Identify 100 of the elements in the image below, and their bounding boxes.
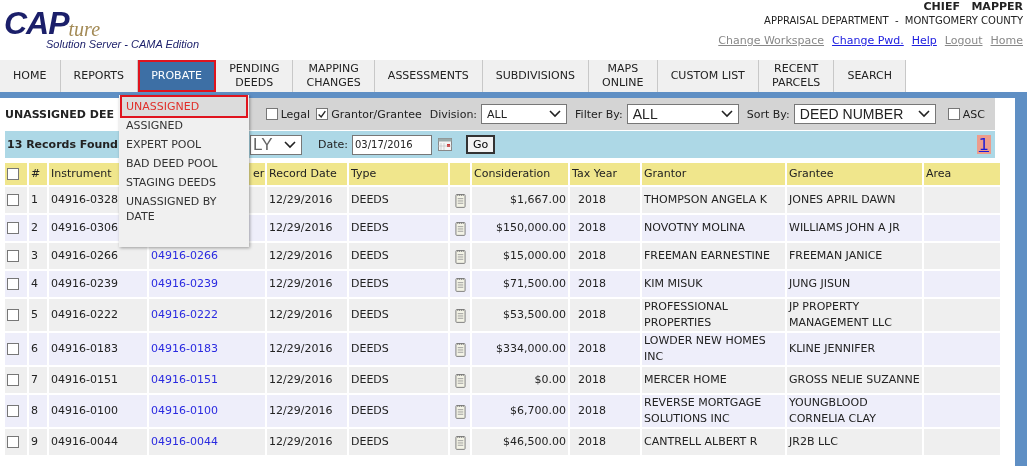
notepad-icon[interactable] — [454, 248, 466, 264]
nav-tab[interactable]: CUSTOM LIST — [657, 60, 759, 92]
notepad-icon[interactable] — [454, 192, 466, 208]
row-checkbox[interactable] — [7, 374, 19, 386]
column-header: Grantor — [644, 166, 687, 182]
notepad-icon[interactable] — [454, 403, 466, 419]
table-cell: 3 — [31, 248, 38, 264]
table-cell: NOVOTNY MOLINA — [644, 220, 746, 236]
table-cell: THOMPSON ANGELA K — [644, 192, 767, 208]
instrument-link[interactable]: 04916-0100 — [151, 403, 218, 419]
nav-tab[interactable]: MAPPING CHANGES — [293, 60, 375, 92]
nav-tab[interactable]: SEARCH — [834, 60, 906, 92]
menu-item[interactable]: EXPERT POOL — [122, 135, 246, 154]
table-cell: JONES APRIL DAWN — [789, 192, 896, 208]
table-cell: 2018 — [578, 248, 606, 264]
menu-item[interactable]: UNASSIGNED BY DATE — [122, 192, 246, 226]
row-checkbox[interactable] — [7, 194, 19, 206]
checkbox-label: Legal — [280, 107, 311, 121]
header-link[interactable]: Home — [990, 34, 1023, 47]
column-header: Grantee — [789, 166, 834, 182]
menu-item[interactable]: STAGING DEEDS — [122, 173, 246, 192]
table-cell: 04916-0151 — [51, 372, 118, 388]
table-cell: DEEDS — [351, 276, 389, 292]
notepad-icon[interactable] — [454, 372, 466, 388]
caret-icon — [549, 110, 562, 118]
row-checkbox[interactable] — [7, 405, 19, 417]
date-field[interactable]: 03/17/2016 — [352, 134, 432, 155]
nav-tab[interactable]: PENDING DEEDS — [216, 60, 294, 92]
column-header: Consideration — [474, 166, 551, 182]
row-checkbox[interactable] — [7, 250, 19, 262]
division-select[interactable]: ALL — [481, 104, 568, 124]
table-cell: 04916-0222 — [51, 307, 118, 323]
table-cell-text: JP PROPERTY MANAGEMENT LLC — [789, 299, 893, 331]
table-cell: DEEDS — [351, 372, 389, 388]
nav-tab[interactable]: PROBATE — [138, 60, 217, 92]
table-cell: $334,000.00 — [496, 341, 566, 357]
select-all-checkbox[interactable] — [7, 168, 19, 180]
notepad-icon[interactable] — [454, 341, 466, 357]
instrument-link[interactable]: 04916-0266 — [151, 248, 218, 264]
table-cell: 2018 — [578, 192, 606, 208]
table-cell: 7 — [31, 372, 38, 388]
notepad-icon[interactable] — [454, 220, 466, 236]
instrument-link[interactable]: 04916-0239 — [151, 276, 218, 292]
table-cell: 2 — [31, 220, 38, 236]
table-cell: DEEDS — [351, 248, 389, 264]
nav-tab[interactable]: ASSESSMENTS — [374, 60, 483, 92]
nav-tab[interactable]: RECENT PARCELS — [758, 60, 835, 92]
table-cell: FREEMAN EARNESTINE — [644, 248, 771, 264]
row-checkbox[interactable] — [7, 278, 19, 290]
header-link[interactable]: Logout — [944, 34, 983, 47]
instrument-link[interactable]: 04916-0151 — [151, 372, 218, 388]
table-cell: MERCER HOME — [644, 372, 727, 388]
menu-item[interactable]: ASSIGNED — [122, 116, 246, 135]
table-cell: $71,500.00 — [503, 276, 566, 292]
type-select[interactable]: LY — [250, 134, 302, 155]
table-cell: CANTRELL ALBERT R — [644, 434, 758, 450]
notepad-icon[interactable] — [454, 307, 466, 323]
table-cell: 2018 — [578, 372, 606, 388]
table-cell: JUNG JISUN — [789, 276, 851, 292]
table-cell: DEEDS — [351, 307, 389, 323]
row-checkbox[interactable] — [7, 222, 19, 234]
nav-tab[interactable]: HOME — [0, 60, 61, 92]
table-cell: DEEDS — [351, 192, 389, 208]
logo-tagline: Solution Server - CAMA Edition — [46, 38, 200, 50]
table-cell: 12/29/2016 — [269, 372, 333, 388]
header-link[interactable]: Help — [911, 34, 937, 47]
notepad-icon[interactable] — [454, 276, 466, 292]
table-cell: 2018 — [578, 307, 606, 323]
table-cell: 04916-0044 — [51, 434, 118, 450]
sort-label: Sort By: — [746, 107, 790, 121]
go-button[interactable]: Go — [466, 135, 496, 154]
nav-tab[interactable]: SUBDIVISIONS — [482, 60, 590, 92]
column-header: # — [31, 166, 41, 182]
sort-select[interactable]: DEED NUMBER — [793, 104, 936, 124]
table-cell: 4 — [31, 276, 38, 292]
table-cell: 2018 — [578, 434, 606, 450]
header-link[interactable]: Change Pwd. — [832, 34, 904, 47]
checkbox[interactable] — [316, 108, 329, 120]
instrument-link[interactable]: 04916-0183 — [151, 341, 218, 357]
instrument-link[interactable]: 04916-0044 — [151, 434, 218, 450]
calendar-icon[interactable] — [438, 138, 452, 151]
row-checkbox[interactable] — [7, 309, 19, 321]
instrument-link[interactable]: 04916-0222 — [151, 307, 218, 323]
menu-item[interactable]: BAD DEED POOL — [122, 154, 246, 173]
checkbox-label: Grantor/Grantee — [331, 107, 422, 121]
checkbox[interactable] — [265, 108, 278, 120]
department-label: APPRAISAL DEPARTMENT - MONTGOMERY COUNTY — [764, 14, 1023, 28]
nav-tab[interactable]: MAPS ONLINE — [589, 60, 658, 92]
row-checkbox[interactable] — [7, 343, 19, 355]
table-cell: 12/29/2016 — [269, 434, 333, 450]
row-checkbox[interactable] — [7, 436, 19, 448]
caret-icon — [917, 110, 930, 118]
header-link[interactable]: Change Workspace — [718, 34, 825, 47]
page-link[interactable]: 1 — [976, 135, 991, 154]
filter-select[interactable]: ALL — [626, 104, 739, 124]
table-cell: 12/29/2016 — [269, 341, 333, 357]
column-header: Area — [926, 166, 952, 182]
table-cell: 04916-0183 — [51, 341, 118, 357]
notepad-icon[interactable] — [454, 434, 466, 450]
checkbox[interactable] — [947, 108, 960, 120]
